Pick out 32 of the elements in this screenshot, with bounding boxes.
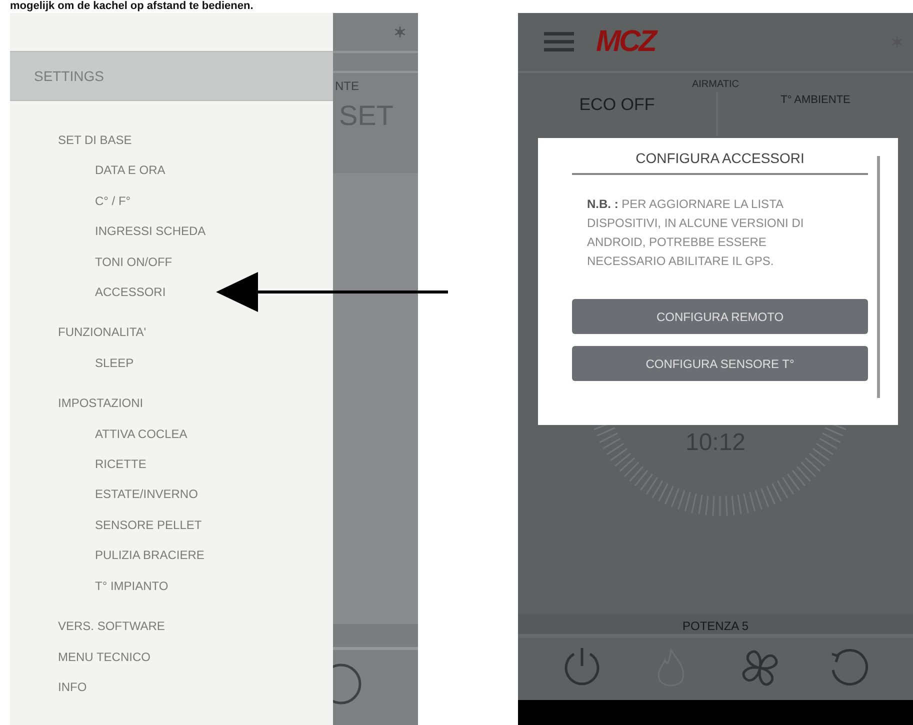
dialog-title: CONFIGURA ACCESSORI bbox=[572, 148, 868, 175]
menu-icon[interactable] bbox=[544, 32, 574, 52]
submenu-item[interactable]: TONI ON/OFF bbox=[10, 246, 333, 278]
mode-label: AIRMATIC bbox=[690, 78, 740, 92]
column-label: NTE bbox=[334, 78, 360, 95]
configure-button[interactable]: CONFIGURA SENSORE T° bbox=[572, 346, 868, 381]
submenu-item[interactable]: DATA E ORA bbox=[10, 155, 333, 186]
power-level-label: POTENZA 5 bbox=[518, 614, 913, 638]
submenu-item[interactable]: SENSORE PELLET bbox=[10, 510, 333, 540]
configure-button[interactable]: CONFIGURA REMOTO bbox=[572, 299, 868, 334]
note-text: N.B. : PER AGGIORNARE LA LISTA DISPOSITIVI, IN ALCUNE VERSIONI DI ANDROID, POTREBBE ESSERE NECESSARIO ABILITARE IL GPS. bbox=[587, 196, 805, 270]
submenu-item[interactable]: ESTATE/INVERNO bbox=[10, 479, 333, 510]
menu-item[interactable]: INFO bbox=[10, 672, 333, 702]
menu-item[interactable]: VERS. SOFTWARE bbox=[10, 611, 333, 642]
submenu-item[interactable]: T° IMPIANTO bbox=[10, 570, 333, 602]
submenu-item[interactable]: ACCESSORI bbox=[10, 277, 333, 308]
submenu-item[interactable]: PULIZIA BRACIERE bbox=[10, 540, 333, 571]
menu-item[interactable]: IMPOSTAZIONI bbox=[10, 388, 333, 419]
snowflake-icon bbox=[394, 26, 406, 38]
ambient-label: T° AMBIENTE bbox=[780, 93, 852, 108]
eco-label: ECO OFF bbox=[518, 92, 718, 136]
submenu-item[interactable]: C° / F° bbox=[10, 186, 333, 216]
menu-item[interactable]: FUNZIONALITA' bbox=[10, 317, 333, 348]
submenu-item[interactable]: SLEEP bbox=[10, 348, 333, 378]
logo: MCZ bbox=[596, 27, 655, 57]
caption-text: mogelijk om de kachel op afstand te bedienen. bbox=[9, 0, 254, 13]
submenu-item[interactable]: INGRESSI SCHEDA bbox=[10, 216, 333, 247]
submenu-item[interactable]: ATTIVA COCLEA bbox=[10, 418, 333, 450]
drawer-title: SETTINGS bbox=[10, 51, 333, 101]
submenu-item[interactable]: RICETTE bbox=[10, 449, 333, 480]
menu-item[interactable]: MENU TECNICO bbox=[10, 642, 333, 672]
menu-item[interactable]: SET DI BASE bbox=[10, 125, 333, 156]
